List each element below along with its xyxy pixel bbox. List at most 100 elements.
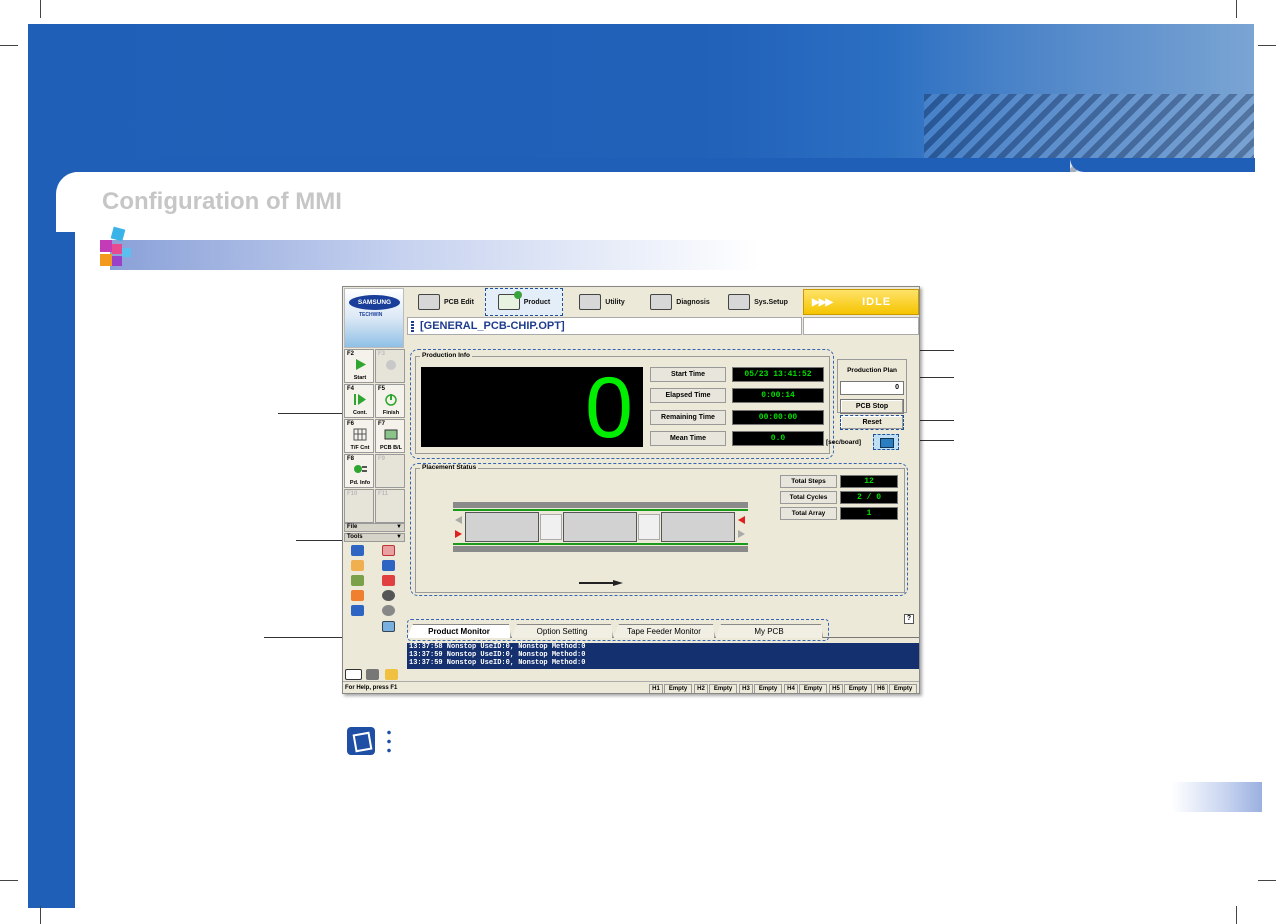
camera-icon[interactable] [382, 605, 395, 616]
status-arrows-icon: ▶▶▶ [812, 296, 833, 308]
tools-icon[interactable] [382, 575, 395, 586]
conveyor-rail-bottom [453, 546, 748, 552]
status-label: IDLE [862, 296, 892, 308]
log-line: 13:37:59 Nonstop UseID:0, Nonstop Method… [409, 659, 586, 667]
tools-panel-label: Tools [347, 534, 363, 540]
crop-mark [0, 45, 18, 46]
head-1-label: H1 [649, 684, 663, 693]
fkey-label: Start [353, 375, 367, 381]
operator-icon[interactable] [351, 560, 364, 571]
pcb-gap [638, 514, 660, 540]
status-bar: For Help, press F1 H1 Empty H2 Empty H3 … [343, 681, 919, 693]
fkey-code: F7 [378, 421, 386, 427]
page-title: Configuration of MMI [102, 188, 342, 215]
f11-button[interactable]: F11 [375, 489, 405, 523]
logo-sub: TECHWIN [359, 312, 383, 318]
alarm-icon[interactable] [351, 605, 364, 616]
head-6-state: Empty [889, 684, 917, 693]
head-6-label: H6 [874, 684, 888, 693]
file-panel-label: File [347, 524, 358, 530]
fkey-code: F11 [378, 491, 389, 497]
clock-icon[interactable] [385, 669, 398, 680]
main-menu: PCB Edit Product Utility Diagnosis Sys.S… [407, 288, 801, 316]
fkey-label: T/F Cnt [350, 445, 370, 451]
sec-board-toggle[interactable] [873, 434, 899, 450]
machine-status-indicator: ▶▶▶ IDLE [803, 289, 919, 315]
hand-icon [386, 360, 396, 370]
tools-panel-header[interactable]: Tools ▼ [344, 533, 405, 542]
edit-icon[interactable] [351, 590, 364, 601]
file-bar-right [803, 317, 919, 335]
grip-icon [411, 321, 414, 332]
menu-diagnosis[interactable]: Diagnosis [641, 288, 719, 316]
sys-setup-icon [728, 294, 751, 310]
printer-icon[interactable] [366, 669, 379, 680]
conveyor-rail-green [453, 543, 748, 545]
font-icon[interactable] [345, 669, 362, 680]
total-array-value: 1 [840, 507, 898, 520]
total-cycles-value: 2 / 0 [840, 491, 898, 504]
fkey-label: PCB B/L [380, 445, 402, 451]
log-line: 13:37:58 Nonstop UseID:0, Nonstop Method… [409, 643, 586, 651]
arrow-left-icon [455, 516, 462, 524]
samsung-logo: SAMSUNG TECHWIN [344, 288, 404, 348]
utility-icon [579, 294, 602, 310]
message-log: 13:37:58 Nonstop UseID:0, Nonstop Method… [407, 643, 919, 669]
fkey-code: F9 [378, 456, 386, 462]
f3-button[interactable]: F3 [375, 349, 405, 383]
arrow-left-icon [738, 516, 745, 524]
crop-mark [0, 880, 18, 881]
head-3-state: Empty [754, 684, 782, 693]
users-icon[interactable] [382, 560, 395, 571]
total-steps-label: Total Steps [780, 475, 837, 488]
menu-pcb-edit[interactable]: PCB Edit [407, 288, 485, 316]
total-array-label: Total Array [780, 507, 837, 520]
fkey-code: F4 [347, 386, 355, 392]
pcb-stop-button[interactable]: PCB Stop [840, 399, 904, 414]
mean-time-label: Mean Time [650, 431, 726, 446]
elapsed-time-value: 0:00:14 [732, 388, 824, 403]
pcb-bl-button[interactable]: F7 PCB B/L [375, 419, 405, 453]
note-dots [387, 728, 391, 756]
fkey-code: F2 [347, 351, 355, 357]
finish-button[interactable]: F5 Finish [375, 384, 405, 418]
bottom-icons [345, 669, 405, 681]
menu-product[interactable]: Product [485, 288, 563, 316]
f10-button[interactable]: F10 [344, 489, 374, 523]
note-icon [347, 727, 375, 755]
monitor-icon[interactable] [382, 621, 395, 632]
left-side-bar [28, 158, 75, 908]
header-strip [75, 158, 1070, 172]
mmi-window: SAMSUNG TECHWIN PCB Edit Product Utility… [342, 286, 920, 694]
finish-icon [385, 394, 397, 406]
info-icon[interactable] [382, 590, 395, 601]
menu-label: Diagnosis [676, 298, 710, 306]
head-4-state: Empty [799, 684, 827, 693]
fkey-code: F10 [347, 491, 358, 497]
conveyor-rail-top [453, 502, 748, 508]
sec-board-label: [sec/board] [826, 439, 862, 446]
tf-count-button[interactable]: F6 T/F Cnt [344, 419, 374, 453]
tabs-highlight [407, 619, 829, 641]
continue-icon [354, 394, 366, 405]
menu-label: Utility [605, 298, 625, 306]
header-banner [28, 24, 1254, 174]
file-panel-header[interactable]: File ▼ [344, 523, 405, 532]
pd-info-button[interactable]: F8 Pd. Info [344, 454, 374, 488]
menu-utility[interactable]: Utility [563, 288, 641, 316]
cubes-icon [100, 226, 131, 266]
chart-icon[interactable] [382, 545, 395, 556]
menu-sys-setup[interactable]: Sys.Setup [719, 288, 797, 316]
diagnosis-icon [650, 294, 673, 310]
f9-button[interactable]: F9 [375, 454, 405, 488]
reset-button[interactable]: Reset [840, 415, 904, 430]
start-button[interactable]: F2 Start [344, 349, 374, 383]
head-2-state: Empty [709, 684, 737, 693]
conveyor-diagram [453, 502, 748, 554]
conveyor-icon[interactable] [351, 575, 364, 586]
home-icon[interactable] [351, 545, 364, 556]
production-plan-input[interactable]: 0 [840, 381, 904, 395]
crop-mark [40, 906, 41, 924]
production-plan-label: Production Plan [847, 367, 897, 374]
continue-button[interactable]: F4 Cont. [344, 384, 374, 418]
